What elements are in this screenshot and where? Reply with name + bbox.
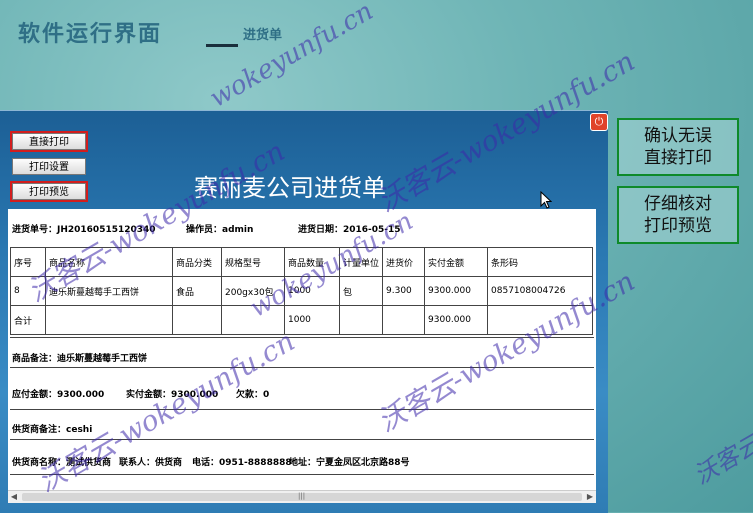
- table-header-cell: 进货价: [382, 247, 426, 277]
- table-cell: 1000: [284, 305, 340, 335]
- address: 地址：宁夏金凤区北京路88号: [289, 458, 410, 468]
- table-header-cell: 计量单位: [338, 247, 384, 277]
- contact: 联系人：供货商: [119, 458, 183, 468]
- check-preview-callout: 仔细核对 打印预览: [617, 186, 739, 244]
- table-total-row: 合计 1000 9300.000: [10, 305, 594, 335]
- table-cell: [382, 305, 426, 335]
- table-header-cell: 实付金额: [424, 247, 489, 277]
- order-date: 进货日期：2016-05-15: [298, 225, 401, 235]
- table-cell: 1000: [284, 276, 340, 306]
- table-cell: [172, 305, 222, 335]
- table-cell: 9.300: [382, 276, 426, 306]
- table-cell: 0857108004726: [487, 276, 594, 306]
- scroll-grip-icon: |||: [298, 492, 306, 500]
- table-header-row: 序号 商品名称 商品分类 规格型号 商品数量 计量单位 进货价 实付金额 条形码: [10, 247, 594, 277]
- order-number: 进货单号：JH20160515120340: [12, 225, 156, 235]
- table-cell: [45, 305, 173, 335]
- table-cell: 食品: [172, 276, 222, 306]
- direct-print-button[interactable]: 直接打印: [10, 131, 88, 152]
- product-note: 商品备注：迪乐斯蔓越莓手工西饼: [12, 354, 148, 364]
- page-subtitle: 进货单: [243, 28, 283, 43]
- table-cell: 8: [10, 276, 46, 306]
- table-cell: 迪乐斯蔓越莓手工西饼: [45, 276, 173, 306]
- table-cell: 包: [338, 276, 384, 306]
- table-cell: 9300.000: [424, 305, 489, 335]
- payable-amount: 应付金额：9300.000: [12, 390, 105, 400]
- table-row: 8 迪乐斯蔓越莓手工西饼 食品 200gx30包 1000 包 9.300 93…: [10, 276, 594, 306]
- divider: [10, 474, 594, 475]
- table-cell: 200gx30包: [221, 276, 285, 306]
- table-header-cell: 商品分类: [172, 247, 222, 277]
- print-preview-button[interactable]: 打印预览: [10, 181, 88, 202]
- divider: [10, 337, 594, 338]
- divider: [10, 367, 594, 368]
- supplier-name: 供货商名称：测试供货商: [12, 458, 112, 468]
- table-cell: [221, 305, 285, 335]
- confirm-print-callout: 确认无误 直接打印: [617, 118, 739, 176]
- supplier-note: 供货商备注：ceshi: [12, 425, 93, 435]
- table-cell: 9300.000: [424, 276, 489, 306]
- divider: [10, 409, 594, 410]
- callout-line: 直接打印: [644, 148, 712, 168]
- mouse-cursor-icon: [540, 191, 552, 209]
- page-title: 软件运行界面: [18, 21, 163, 47]
- table-header-cell: 条形码: [487, 247, 594, 277]
- scroll-right-icon[interactable]: ▶: [584, 491, 596, 503]
- debt-amount: 欠款：0: [236, 390, 270, 400]
- watermark: 沃客云: [689, 429, 753, 490]
- print-settings-button[interactable]: 打印设置: [12, 158, 86, 175]
- watermark: wokeyunfu.cn: [204, 0, 379, 114]
- table-cell: [487, 305, 594, 335]
- callout-line: 仔细核对: [644, 194, 712, 214]
- paid-amount: 实付金额：9300.000: [126, 390, 219, 400]
- divider: [10, 439, 594, 440]
- table-header-cell: 序号: [10, 247, 46, 277]
- table-header-cell: 商品数量: [284, 247, 340, 277]
- power-icon[interactable]: ⏻: [590, 113, 608, 131]
- title-underline: [206, 44, 238, 47]
- table-cell: [338, 305, 384, 335]
- operator: 操作员：admin: [186, 225, 254, 235]
- table-cell: 合计: [10, 305, 46, 335]
- callout-line: 打印预览: [644, 216, 712, 236]
- table-header-cell: 商品名称: [45, 247, 173, 277]
- phone: 电话：0951-8888888: [192, 458, 292, 468]
- callout-line: 确认无误: [644, 126, 712, 146]
- document-title: 赛丽麦公司进货单: [194, 174, 386, 202]
- print-document: 进货单号：JH20160515120340 操作员：admin 进货日期：201…: [8, 209, 596, 490]
- goods-table: 序号 商品名称 商品分类 规格型号 商品数量 计量单位 进货价 实付金额 条形码…: [10, 247, 594, 335]
- table-header-cell: 规格型号: [221, 247, 285, 277]
- horizontal-scrollbar[interactable]: ◀ ||| ▶: [8, 490, 596, 503]
- scroll-left-icon[interactable]: ◀: [8, 491, 20, 503]
